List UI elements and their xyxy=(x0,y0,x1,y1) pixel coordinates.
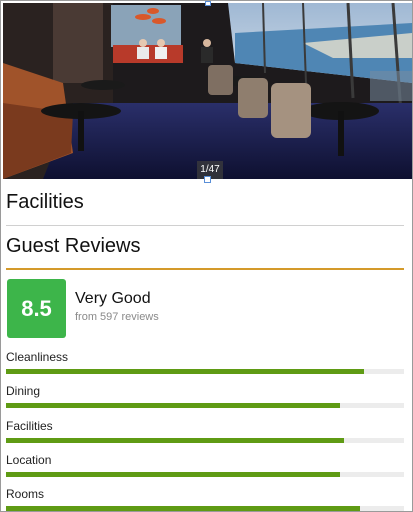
rating-bar-track xyxy=(6,506,404,511)
review-score-badge: 8.5 xyxy=(7,279,66,338)
reviews-underline xyxy=(6,268,404,270)
rating-bar-track xyxy=(6,472,404,477)
category-label: Facilities xyxy=(6,419,53,433)
rating-description: Very Good xyxy=(75,290,151,307)
hotel-photo-gallery[interactable]: 1/47 xyxy=(3,3,412,179)
category-label: Dining xyxy=(6,384,41,398)
hotel-lounge-photo xyxy=(3,3,412,179)
category-facilities: Facilities xyxy=(6,419,404,443)
page-frame: 1/47 Facilities Guest Reviews 8.5 Very G… xyxy=(0,0,413,512)
category-label: Rooms xyxy=(6,487,45,501)
category-location: Location xyxy=(6,453,404,477)
review-count[interactable]: from 597 reviews xyxy=(75,311,159,323)
rating-bar-fill xyxy=(6,438,345,443)
rating-bar-track xyxy=(6,403,404,408)
category-label: Location xyxy=(6,453,52,467)
category-rooms: Rooms xyxy=(6,487,404,511)
rating-bar-fill xyxy=(6,472,341,477)
resize-handle-top[interactable] xyxy=(205,1,211,6)
section-divider xyxy=(6,225,404,226)
rating-bar-track xyxy=(6,369,404,374)
facilities-heading[interactable]: Facilities xyxy=(6,191,84,214)
category-cleanliness: Cleanliness xyxy=(6,350,404,374)
category-label: Cleanliness xyxy=(6,350,69,364)
guest-reviews-heading: Guest Reviews xyxy=(6,235,141,257)
rating-bar-fill xyxy=(6,369,365,374)
resize-handle-bottom[interactable] xyxy=(204,176,211,183)
gallery-next-button[interactable] xyxy=(370,71,412,101)
rating-bar-fill xyxy=(6,506,361,511)
rating-bar-fill xyxy=(6,403,341,408)
category-dining: Dining xyxy=(6,384,404,408)
rating-bar-track xyxy=(6,438,404,443)
